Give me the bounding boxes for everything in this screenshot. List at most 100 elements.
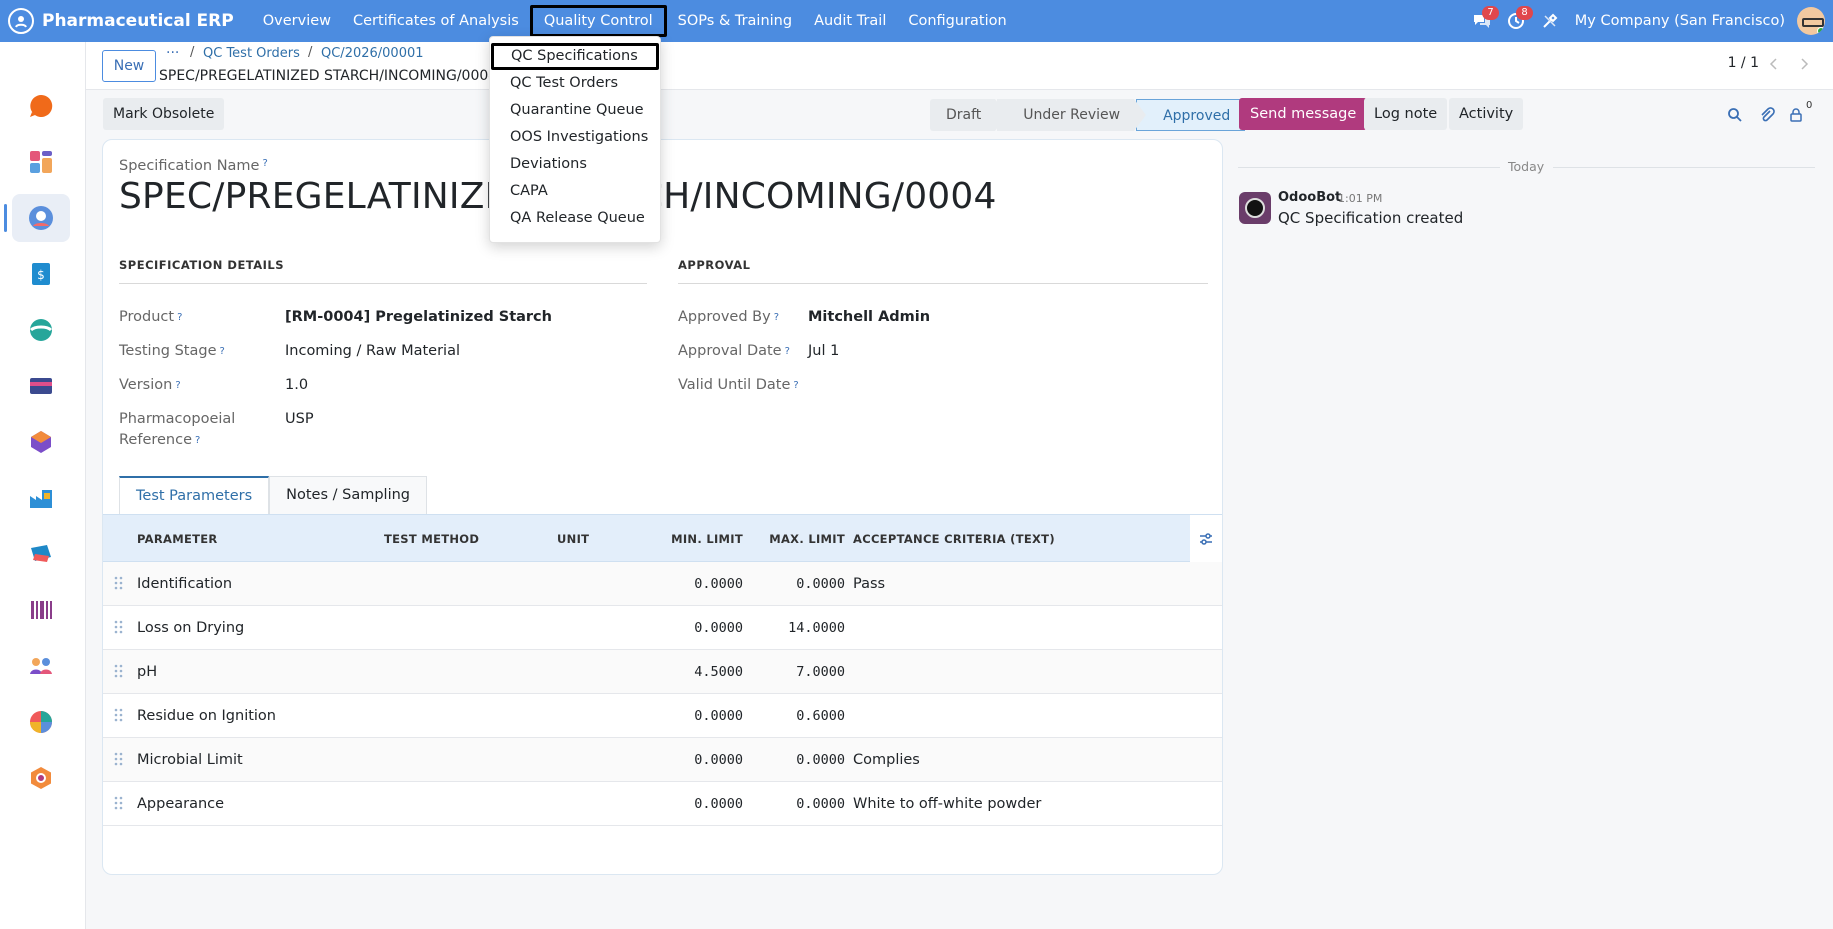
breadcrumb-collapsed[interactable]: ··· bbox=[166, 45, 179, 61]
stage-draft[interactable]: Draft bbox=[930, 99, 1008, 131]
debug-tools-button[interactable] bbox=[1533, 0, 1567, 42]
col-parameter[interactable]: PARAMETER bbox=[137, 515, 218, 563]
inventory-app-icon[interactable] bbox=[12, 418, 70, 466]
followers-button[interactable] bbox=[1785, 104, 1807, 126]
manufacturing-app-icon[interactable] bbox=[12, 474, 70, 522]
nav-configuration[interactable]: Configuration bbox=[897, 5, 1017, 37]
help-icon[interactable]: ? bbox=[785, 346, 790, 357]
product-value[interactable]: [RM-0004] Pregelatinized Starch bbox=[285, 309, 552, 325]
pager-next-button[interactable] bbox=[1791, 51, 1817, 77]
chevron-right-icon bbox=[1801, 58, 1809, 70]
quality-app-icon[interactable] bbox=[4, 194, 70, 242]
nav-overview[interactable]: Overview bbox=[252, 5, 342, 37]
cell-max-limit: 0.0000 bbox=[796, 576, 845, 592]
menu-qa-release-queue[interactable]: QA Release Queue bbox=[490, 205, 660, 232]
menu-deviations[interactable]: Deviations bbox=[490, 151, 660, 178]
menu-qc-specifications[interactable]: QC Specifications bbox=[491, 43, 659, 70]
help-icon[interactable]: ? bbox=[195, 435, 200, 446]
table-row[interactable]: Identification 0.0000 0.0000 Pass bbox=[103, 562, 1222, 606]
top-navbar: Pharmaceutical ERP Overview Certificates… bbox=[0, 0, 1833, 42]
drag-handle-icon[interactable] bbox=[114, 664, 124, 678]
settings-app-icon[interactable] bbox=[12, 754, 70, 802]
accounting-app-icon[interactable] bbox=[12, 306, 70, 354]
table-row[interactable]: Loss on Drying 0.0000 14.0000 bbox=[103, 606, 1222, 650]
brand[interactable]: Pharmaceutical ERP bbox=[0, 0, 252, 42]
menu-capa[interactable]: CAPA bbox=[490, 178, 660, 205]
form-sheet: Specification Name? SPEC/PREGELATINIZED … bbox=[102, 139, 1223, 875]
new-button[interactable]: New bbox=[102, 50, 156, 82]
pharmacopoeial-value[interactable]: USP bbox=[285, 411, 314, 427]
search-icon bbox=[1728, 108, 1742, 122]
testing-stage-label: Testing Stage? bbox=[119, 343, 225, 359]
optional-columns-button[interactable] bbox=[1190, 515, 1222, 563]
drag-handle-icon[interactable] bbox=[114, 708, 124, 722]
menu-oos-investigations[interactable]: OOS Investigations bbox=[490, 124, 660, 151]
cell-parameter: pH bbox=[137, 664, 158, 680]
dashboard-app-icon[interactable] bbox=[12, 138, 70, 186]
col-acceptance-criteria[interactable]: ACCEPTANCE CRITERIA (TEXT) bbox=[853, 515, 1055, 563]
help-icon[interactable]: ? bbox=[177, 312, 182, 323]
stage-approved[interactable]: Approved bbox=[1136, 99, 1246, 131]
messages-button[interactable]: 7 bbox=[1465, 0, 1499, 42]
cell-max-limit: 7.0000 bbox=[796, 664, 845, 680]
help-icon[interactable]: ? bbox=[262, 158, 267, 169]
message-author[interactable]: OdooBot bbox=[1278, 190, 1341, 205]
send-message-button[interactable]: Send message bbox=[1239, 98, 1368, 130]
log-note-button[interactable]: Log note bbox=[1364, 98, 1448, 130]
drag-handle-icon[interactable] bbox=[114, 620, 124, 634]
search-messages-button[interactable] bbox=[1724, 104, 1746, 126]
barcode-app-icon[interactable] bbox=[12, 586, 70, 634]
svg-text:$: $ bbox=[37, 268, 45, 282]
invoicing-app-icon[interactable]: $ bbox=[12, 250, 70, 298]
col-max-limit[interactable]: MAX. LIMIT bbox=[758, 515, 845, 563]
testing-stage-value[interactable]: Incoming / Raw Material bbox=[285, 343, 460, 359]
version-value[interactable]: 1.0 bbox=[285, 377, 308, 393]
sales-app-icon[interactable] bbox=[12, 530, 70, 578]
nav-quality-control[interactable]: Quality Control bbox=[529, 5, 667, 37]
help-icon[interactable]: ? bbox=[793, 380, 798, 391]
col-min-limit[interactable]: MIN. LIMIT bbox=[663, 515, 743, 563]
drag-handle-icon[interactable] bbox=[114, 576, 124, 590]
breadcrumb-qc-test-orders[interactable]: QC Test Orders bbox=[203, 46, 300, 61]
menu-qc-test-orders[interactable]: QC Test Orders bbox=[490, 70, 660, 97]
group-divider bbox=[119, 283, 647, 284]
nav-audit-trail[interactable]: Audit Trail bbox=[803, 5, 897, 37]
tab-notes-sampling[interactable]: Notes / Sampling bbox=[269, 476, 428, 514]
mark-obsolete-button[interactable]: Mark Obsolete bbox=[103, 98, 225, 130]
user-avatar[interactable] bbox=[1797, 7, 1825, 35]
odoobot-avatar[interactable] bbox=[1239, 192, 1271, 224]
pager-previous-button[interactable] bbox=[1761, 51, 1787, 77]
payments-app-icon[interactable] bbox=[12, 362, 70, 410]
help-icon[interactable]: ? bbox=[774, 312, 779, 323]
col-unit[interactable]: UNIT bbox=[557, 515, 589, 563]
activity-button[interactable]: Activity bbox=[1449, 98, 1524, 130]
attachments-button[interactable] bbox=[1756, 104, 1778, 126]
stage-under-review[interactable]: Under Review bbox=[997, 99, 1146, 131]
approved-by-value[interactable]: Mitchell Admin bbox=[808, 309, 930, 325]
approval-date-value[interactable]: Jul 1 bbox=[808, 343, 839, 359]
breadcrumb-qc-order[interactable]: QC/2026/00001 bbox=[321, 46, 424, 61]
table-row[interactable]: Residue on Ignition 0.0000 0.6000 bbox=[103, 694, 1222, 738]
cell-max-limit: 0.0000 bbox=[796, 796, 845, 812]
company-switcher[interactable]: My Company (San Francisco) bbox=[1575, 13, 1785, 29]
nav-sops-training[interactable]: SOPs & Training bbox=[667, 5, 803, 37]
table-row[interactable]: pH 4.5000 7.0000 bbox=[103, 650, 1222, 694]
help-icon[interactable]: ? bbox=[220, 346, 225, 357]
drag-handle-icon[interactable] bbox=[114, 752, 124, 766]
employees-app-icon[interactable] bbox=[12, 642, 70, 690]
menu-quarantine-queue[interactable]: Quarantine Queue bbox=[490, 97, 660, 124]
nav-certificates-of-analysis[interactable]: Certificates of Analysis bbox=[342, 5, 530, 37]
tab-test-parameters[interactable]: Test Parameters bbox=[119, 476, 270, 514]
help-icon[interactable]: ? bbox=[175, 380, 180, 391]
discuss-app-icon[interactable] bbox=[12, 82, 70, 130]
drag-handle-icon[interactable] bbox=[114, 796, 124, 810]
version-label: Version? bbox=[119, 377, 181, 393]
table-row[interactable]: Appearance 0.0000 0.0000 White to off-wh… bbox=[103, 782, 1222, 826]
table-row[interactable]: Microbial Limit 0.0000 0.0000 Complies bbox=[103, 738, 1222, 782]
reporting-app-icon[interactable] bbox=[12, 698, 70, 746]
activities-button[interactable]: 8 bbox=[1499, 0, 1533, 42]
robot-face-icon bbox=[1245, 198, 1265, 218]
pager-value[interactable]: 1 / 1 bbox=[1728, 55, 1759, 71]
valid-until-label: Valid Until Date? bbox=[678, 377, 799, 393]
col-test-method[interactable]: TEST METHOD bbox=[384, 515, 479, 563]
